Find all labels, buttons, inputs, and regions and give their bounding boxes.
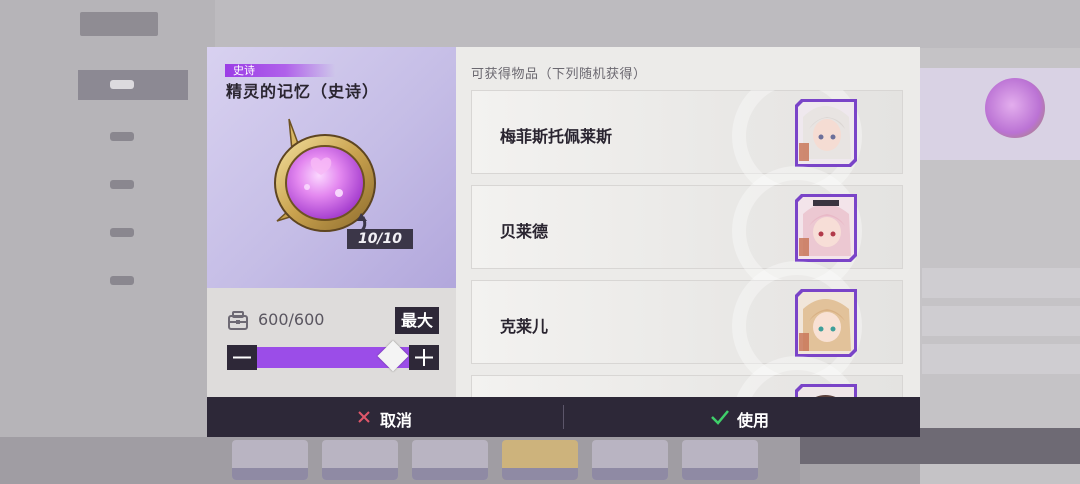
bg-slot [592,440,668,480]
item-panel: 史诗 精灵的记忆（史诗） 10/10 600/600 最大 [207,47,456,397]
storage-box-icon [227,311,249,331]
use-label: 使用 [737,411,770,430]
reward-row[interactable]: 梅菲斯托佩莱斯 [471,90,903,201]
item-name: 精灵的记忆（史诗） [226,82,380,101]
bg-slot [502,440,578,480]
pink-hair-character-portrait [795,194,857,262]
item-count: 10/10 [347,229,413,249]
minus-icon [233,356,251,359]
bg-tab [78,70,188,100]
bg-row [922,344,1080,374]
cancel-button[interactable]: 取消 [207,397,563,437]
reward-name: 贝莱德 [500,222,549,241]
bg-tab [78,218,188,248]
use-item-dialog: 史诗 精灵的记忆（史诗） 10/10 600/600 最大 可获得物品（下列随机… [207,47,920,437]
bg-tab [78,266,188,296]
blonde-hair-character-portrait [795,289,857,357]
minus-button[interactable] [227,345,257,370]
cancel-label: 取消 [380,411,413,430]
plus-icon [415,349,433,366]
bg-slot [232,440,308,480]
dialog-footer: 取消 使用 [207,397,920,437]
bg-orb [985,78,1045,138]
max-button[interactable]: 最大 [395,307,439,334]
stock-amount: 600/600 [258,310,325,329]
bg-bottom-bar [0,437,800,484]
check-icon [711,410,729,425]
plus-button[interactable] [409,345,439,370]
bg-back-button [80,12,158,36]
bg-tab [78,170,188,200]
use-button[interactable]: 使用 [564,397,920,437]
reward-row[interactable]: 贝莱德 [471,166,903,296]
bg-slot [682,440,758,480]
white-hair-character-portrait [795,99,857,167]
reward-row[interactable]: 克莱儿 [471,261,903,391]
item-hero: 史诗 精灵的记忆（史诗） 10/10 [207,47,456,288]
close-icon [358,411,370,423]
bg-tab [78,122,188,152]
bg-slot [322,440,398,480]
reward-name: 克莱儿 [500,317,549,336]
character-portrait [795,384,857,397]
bg-slot [412,440,488,480]
bg-row [922,268,1080,298]
reward-row[interactable] [471,356,903,397]
rewards-title: 可获得物品（下列随机获得） [471,67,647,82]
reward-name: 梅菲斯托佩莱斯 [500,127,613,146]
reward-list[interactable]: 梅菲斯托佩莱斯 贝莱德 克莱儿 [471,90,903,397]
rarity-tag: 史诗 [225,64,335,77]
bg-row [922,306,1080,336]
